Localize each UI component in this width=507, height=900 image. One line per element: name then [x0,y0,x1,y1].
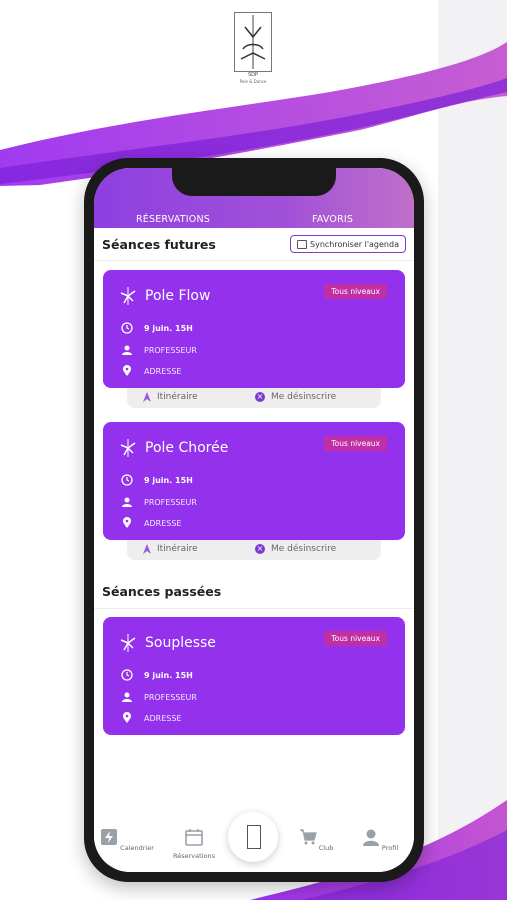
navigation-arrow-icon [143,392,151,402]
dancer-icon [120,439,136,457]
user-icon [362,829,379,846]
upcoming-sessions-title: Séances futures [102,237,216,252]
clock-icon [121,322,133,334]
close-circle-icon: × [255,392,265,402]
unsubscribe-label: Me désinscrire [271,544,337,554]
session-address: ADRESSE [144,518,182,528]
session-card-souplesse[interactable]: Souplesse Tous niveaux 9 juin. 15H PROFE… [103,617,405,735]
clock-icon [121,474,133,486]
session-title: Pole Flow [145,288,211,304]
home-logo-button[interactable] [228,812,278,862]
session-date: 9 juin. 15H [144,475,193,485]
location-pin-icon [123,365,131,376]
session-teacher-row: PROFESSEUR [121,691,197,703]
session-address-row: ADRESSE [121,712,181,724]
cart-icon [299,829,317,845]
pole-dancer-logo-icon [247,825,261,849]
session-title: Pole Chorée [145,440,229,456]
pole-dancer-logo-icon [234,12,272,72]
itinerary-label: Itinéraire [157,544,198,554]
calendar-icon [185,829,203,846]
session-date: 9 juin. 15H [144,323,193,333]
level-badge: Tous niveaux [324,436,387,451]
session-card-pole-flow[interactable]: Pole Flow Tous niveaux 9 juin. 15H PROFE… [103,270,405,388]
session-date-row: 9 juin. 15H [121,322,193,334]
unsubscribe-label: Me désinscrire [271,392,337,402]
session-address: ADRESSE [144,713,182,723]
unsubscribe-button[interactable]: × Me désinscrire [255,392,336,402]
location-pin-icon [123,712,131,723]
session-teacher: PROFESSEUR [144,497,197,507]
person-icon [122,497,132,507]
card-header: Pole Chorée [119,439,228,457]
close-circle-icon: × [255,544,265,554]
phone-screen: RÉSERVATIONS FAVORIS Séances futures Syn… [94,168,414,872]
brand-subcaption: Pole & Dance [239,79,267,84]
divider [94,608,414,609]
brand-logo: SDP Pole & Dance [233,12,273,90]
phone-frame: RÉSERVATIONS FAVORIS Séances futures Syn… [84,158,424,882]
session-address-row: ADRESSE [121,365,181,377]
itinerary-label: Itinéraire [157,392,198,402]
session-date-row: 9 juin. 15H [121,669,193,681]
nav-label-calendrier: Calendrier [120,844,154,852]
person-icon [122,345,132,355]
session-teacher: PROFESSEUR [144,345,197,355]
clock-icon [121,669,133,681]
level-badge: Tous niveaux [324,284,387,299]
session-address-row: ADRESSE [121,517,181,529]
tab-reservations[interactable]: RÉSERVATIONS [136,214,210,225]
sync-calendar-label: Synchroniser l'agenda [310,239,399,249]
dancer-icon [120,287,136,305]
phone-notch [172,168,336,196]
session-title: Souplesse [145,635,216,651]
itinerary-button[interactable]: Itinéraire [143,544,198,554]
past-sessions-title: Séances passées [102,584,222,599]
session-address: ADRESSE [144,366,182,376]
nav-item-profil[interactable]: Profil [350,828,410,852]
session-actions-bar: Itinéraire × Me désinscrire [127,388,381,408]
person-icon [122,692,132,702]
bolt-icon [101,829,118,845]
navigation-arrow-icon [143,544,151,554]
session-teacher: PROFESSEUR [144,692,197,702]
dancer-icon [120,634,136,652]
session-teacher-row: PROFESSEUR [121,344,197,356]
sync-calendar-button[interactable]: Synchroniser l'agenda [290,235,406,253]
location-pin-icon [123,517,131,528]
divider [94,260,414,261]
card-header: Pole Flow [119,287,210,305]
session-actions-bar: Itinéraire × Me désinscrire [127,540,381,560]
tab-favoris[interactable]: FAVORIS [312,214,353,225]
nav-label-reservations: Réservations [173,852,215,860]
nav-item-club[interactable]: Club [286,828,346,852]
session-card-pole-choree[interactable]: Pole Chorée Tous niveaux 9 juin. 15H PRO… [103,422,405,540]
session-date: 9 juin. 15H [144,670,193,680]
session-date-row: 9 juin. 15H [121,474,193,486]
nav-item-reservations[interactable]: Réservations [164,828,224,860]
brand-caption: SDP [247,72,259,78]
calendar-icon [297,239,308,249]
itinerary-button[interactable]: Itinéraire [143,392,198,402]
level-badge: Tous niveaux [324,631,387,646]
nav-label-profil: Profil [381,844,399,852]
bottom-navigation: Calendrier Réservations Club Profil [94,812,414,872]
card-header: Souplesse [119,634,216,652]
session-teacher-row: PROFESSEUR [121,496,197,508]
unsubscribe-button[interactable]: × Me désinscrire [255,544,336,554]
nav-label-club: Club [318,844,334,852]
nav-item-calendrier[interactable]: Calendrier [97,828,157,852]
